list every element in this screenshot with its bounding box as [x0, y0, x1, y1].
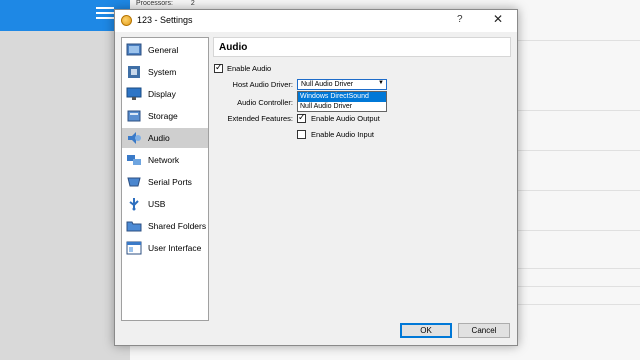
manager-vm-list	[0, 31, 130, 360]
enable-audio-checkbox[interactable]	[214, 62, 223, 73]
manager-toolbar	[0, 0, 130, 31]
dropdown-option-directsound[interactable]: Windows DirectSound	[298, 92, 386, 102]
settings-sidebar: General System Display Storage Audio Net…	[121, 37, 209, 321]
cancel-button[interactable]: Cancel	[458, 323, 510, 338]
sidebar-item-storage[interactable]: Storage	[122, 106, 208, 126]
host-audio-driver-select[interactable]: Null Audio Driver ▼	[297, 79, 387, 90]
system-icon	[128, 66, 140, 78]
sidebar-item-network[interactable]: Network	[122, 150, 208, 170]
enable-audio-input-label: Enable Audio Input	[311, 130, 374, 139]
sidebar-item-usb[interactable]: USB	[122, 194, 208, 214]
sidebar-item-system[interactable]: System	[122, 62, 208, 82]
sidebar-item-shared-folders[interactable]: Shared Folders	[122, 216, 208, 236]
storage-icon	[127, 110, 141, 122]
enable-audio-label: Enable Audio	[227, 64, 272, 73]
enable-audio-output-checkbox[interactable]	[297, 112, 306, 123]
sidebar-item-label: Serial Ports	[148, 177, 192, 187]
sidebar-item-display[interactable]: Display	[122, 84, 208, 104]
host-audio-driver-dropdown: Windows DirectSound Null Audio Driver	[297, 91, 387, 112]
audio-icon	[128, 132, 141, 144]
chevron-down-icon: ▼	[378, 80, 384, 86]
sidebar-item-label: Shared Folders	[148, 221, 207, 231]
settings-dialog: 123 - Settings ? ✕ General System Displa…	[114, 9, 518, 346]
general-icon	[126, 43, 142, 56]
enable-audio-input-checkbox[interactable]	[297, 130, 306, 139]
sidebar-item-label: Network	[148, 155, 180, 165]
sidebar-item-label: Storage	[148, 111, 178, 121]
network-icon	[127, 155, 141, 165]
hamburger-menu-icon[interactable]	[96, 4, 114, 22]
sidebar-item-general[interactable]: General	[122, 40, 208, 60]
audio-controller-label: Audio Controller:	[237, 98, 293, 107]
processors-label: Processors:	[136, 0, 173, 7]
sidebar-item-label: Audio	[148, 133, 170, 143]
virtualbox-logo-icon	[121, 15, 132, 26]
sidebar-item-label: USB	[148, 199, 166, 209]
close-button[interactable]: ✕	[493, 12, 503, 26]
shared-folders-icon	[126, 221, 142, 232]
sidebar-item-user-interface[interactable]: User Interface	[122, 238, 208, 258]
sidebar-item-serial-ports[interactable]: Serial Ports	[122, 172, 208, 192]
audio-settings-panel: Audio Enable Audio Host Audio Driver: Nu…	[213, 37, 513, 321]
processors-info: Processors: 2	[136, 0, 195, 7]
extended-features-label: Extended Features:	[227, 114, 293, 123]
serial-ports-icon	[127, 177, 141, 187]
section-header: Audio	[213, 37, 511, 57]
enable-audio-output-label: Enable Audio Output	[311, 114, 380, 123]
host-audio-driver-label: Host Audio Driver:	[232, 80, 293, 89]
ok-button[interactable]: OK	[400, 323, 452, 338]
sidebar-item-label: User Interface	[148, 243, 202, 253]
display-icon	[126, 87, 142, 100]
dialog-title: 123 - Settings	[137, 15, 193, 25]
page-title: Audio	[219, 42, 248, 53]
sidebar-item-label: System	[148, 67, 177, 77]
sidebar-item-label: Display	[148, 89, 176, 99]
dropdown-option-null-driver[interactable]: Null Audio Driver	[298, 102, 386, 112]
user-interface-icon	[126, 241, 142, 255]
sidebar-item-label: General	[148, 45, 179, 55]
help-button[interactable]: ?	[457, 14, 463, 25]
dialog-titlebar: 123 - Settings ? ✕	[115, 10, 517, 32]
usb-icon	[129, 198, 139, 211]
host-audio-driver-value: Null Audio Driver	[301, 81, 354, 88]
sidebar-item-audio[interactable]: Audio	[122, 128, 208, 148]
processors-value: 2	[190, 0, 195, 7]
